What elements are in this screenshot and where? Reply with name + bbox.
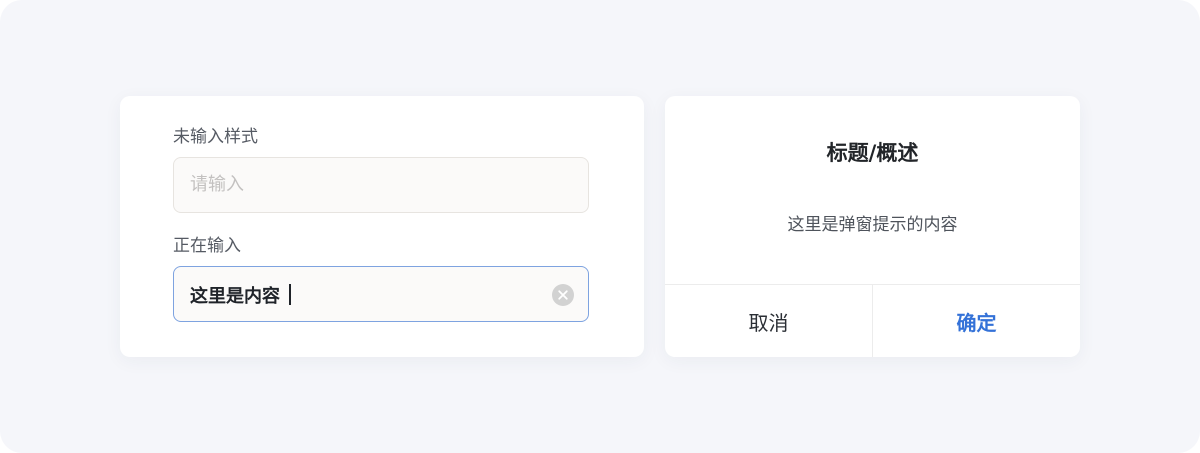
empty-text-input[interactable]: 请输入 <box>173 157 589 213</box>
typing-state-label: 正在输入 <box>173 236 241 256</box>
unfilled-style-label: 未输入样式 <box>173 127 258 147</box>
dialog-message: 这里是弹窗提示的内容 <box>787 215 958 235</box>
input-placeholder: 请输入 <box>190 174 244 195</box>
input-states-card: 未输入样式 请输入 正在输入 这里是内容 <box>120 96 644 357</box>
confirm-button[interactable]: 确定 <box>873 285 1080 357</box>
canvas-background: 未输入样式 请输入 正在输入 这里是内容 标题/概述 这里是弹窗提示的内容 取消… <box>0 0 1200 453</box>
cancel-button[interactable]: 取消 <box>665 285 873 357</box>
text-caret <box>289 284 291 305</box>
dialog-title: 标题/概述 <box>826 141 919 165</box>
clear-circle-icon[interactable] <box>552 284 574 306</box>
dialog-actions: 取消 确定 <box>665 284 1080 357</box>
input-value-wrapper: 这里是内容 <box>190 284 291 308</box>
input-value: 这里是内容 <box>190 286 280 307</box>
modal-dialog: 标题/概述 这里是弹窗提示的内容 取消 确定 <box>665 96 1080 357</box>
focused-text-input[interactable]: 这里是内容 <box>173 266 589 322</box>
